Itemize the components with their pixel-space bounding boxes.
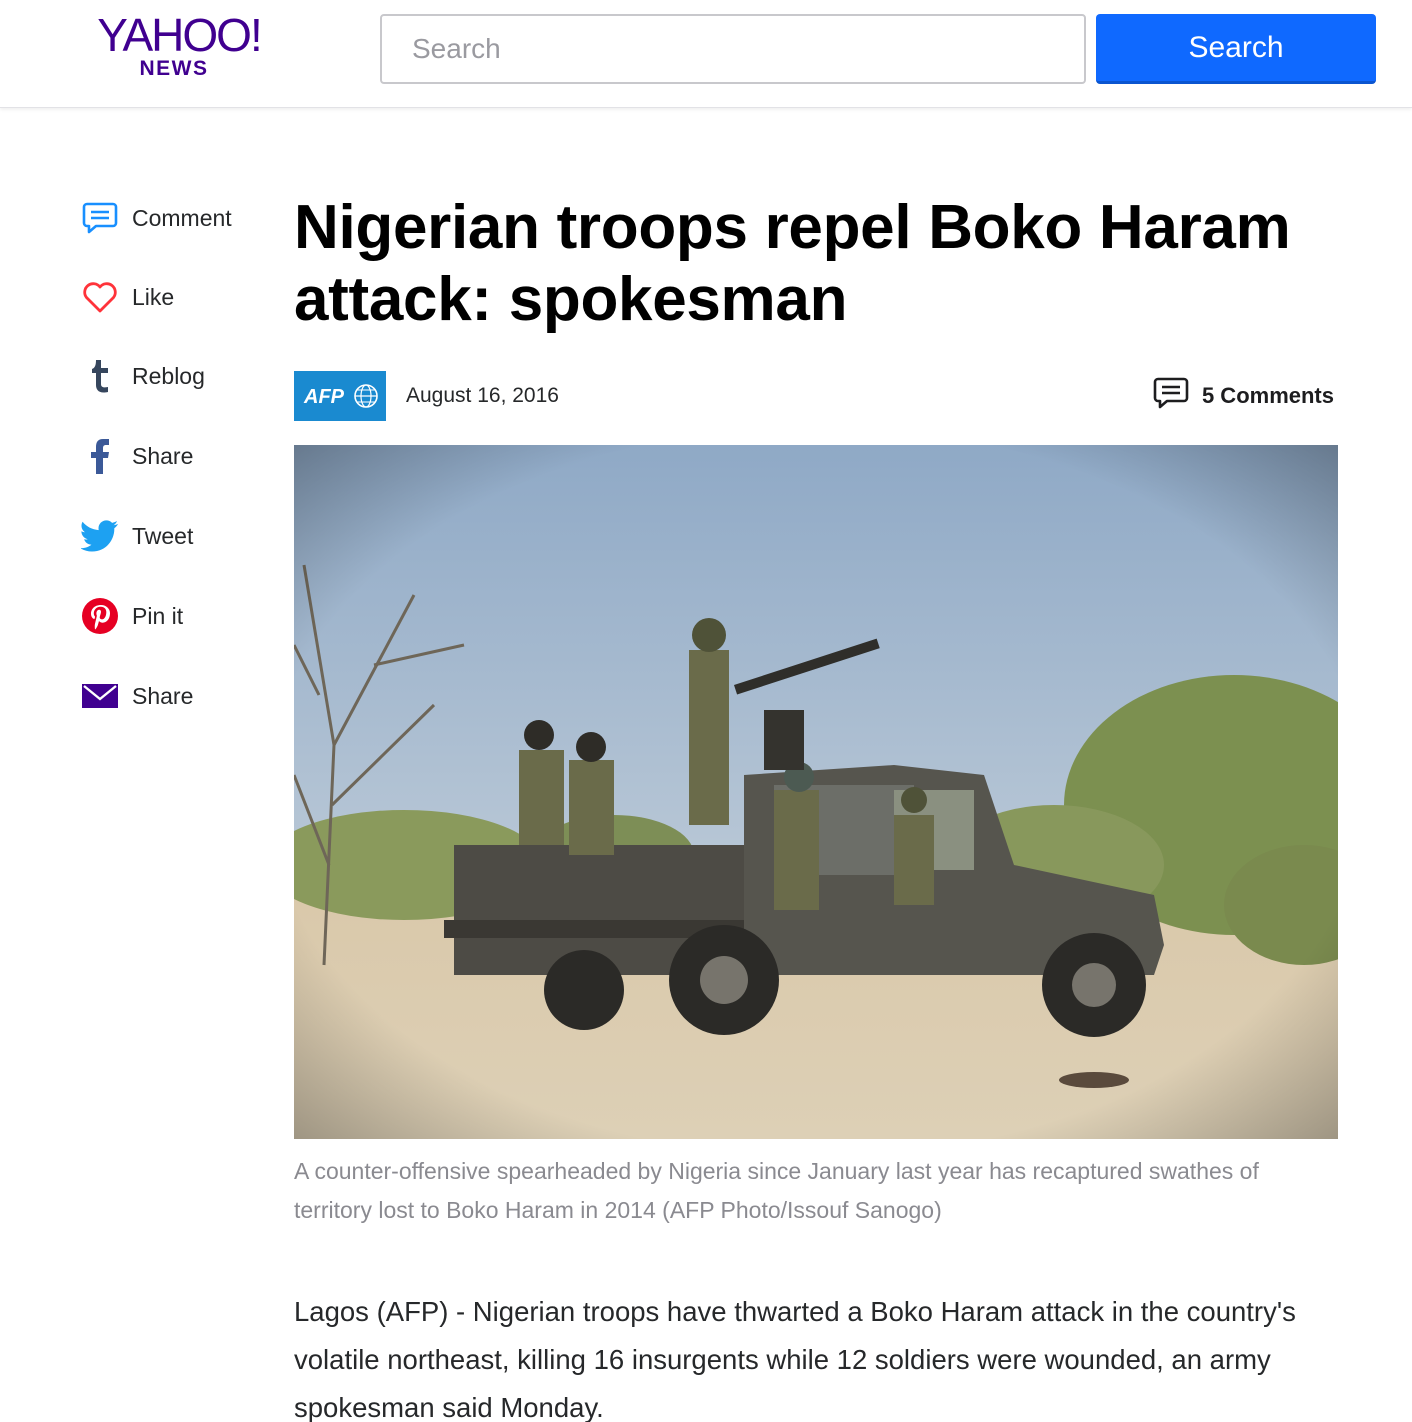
heart-icon	[80, 277, 120, 317]
article-meta: AFP August 16, 2016 5 Comments	[294, 370, 1338, 422]
search-input[interactable]	[380, 14, 1086, 84]
tweet-action[interactable]: Tweet	[80, 516, 270, 556]
article-photo[interactable]	[294, 445, 1338, 1139]
reblog-label: Reblog	[132, 362, 205, 389]
comment-action[interactable]: Comment	[80, 198, 270, 238]
comment-icon	[80, 198, 120, 238]
like-action[interactable]: Like	[80, 277, 270, 317]
afp-logo-text: AFP	[303, 386, 345, 408]
twitter-icon	[80, 516, 120, 556]
tweet-label: Tweet	[132, 522, 194, 549]
site-header: YAHOO! NEWS Search	[0, 0, 1412, 108]
logo-subtitle: NEWS	[139, 57, 209, 80]
facebook-share-label: Share	[132, 442, 194, 469]
comments-icon	[1152, 374, 1190, 417]
facebook-share-action[interactable]: Share	[80, 436, 270, 476]
logo-wordmark: YAHOO!	[97, 9, 263, 61]
tumblr-icon	[80, 356, 120, 396]
reblog-action[interactable]: Reblog	[80, 356, 270, 396]
yahoo-news-logo[interactable]: YAHOO! NEWS	[84, 9, 274, 79]
comments-link[interactable]: 5 Comments	[1152, 374, 1334, 417]
photo-caption: A counter-offensive spearheaded by Niger…	[294, 1158, 1259, 1223]
mail-icon	[80, 676, 120, 716]
mail-share-label: Share	[132, 682, 194, 709]
comments-count: 5 Comments	[1201, 382, 1334, 408]
mail-share-action[interactable]: Share	[80, 676, 270, 716]
search-button[interactable]: Search	[1096, 14, 1376, 84]
pinterest-icon	[80, 596, 120, 636]
like-label: Like	[132, 283, 175, 310]
comment-label: Comment	[132, 204, 232, 231]
article-body-paragraph: Lagos (AFP) - Nigerian troops have thwar…	[294, 1296, 1296, 1422]
facebook-icon	[80, 436, 120, 476]
afp-logo[interactable]: AFP	[294, 371, 386, 421]
pinterest-action[interactable]: Pin it	[80, 596, 270, 636]
publish-date: August 16, 2016	[406, 384, 559, 407]
pinterest-label: Pin it	[132, 602, 184, 629]
article-title: Nigerian troops repel Boko Haram attack:…	[294, 193, 1291, 334]
